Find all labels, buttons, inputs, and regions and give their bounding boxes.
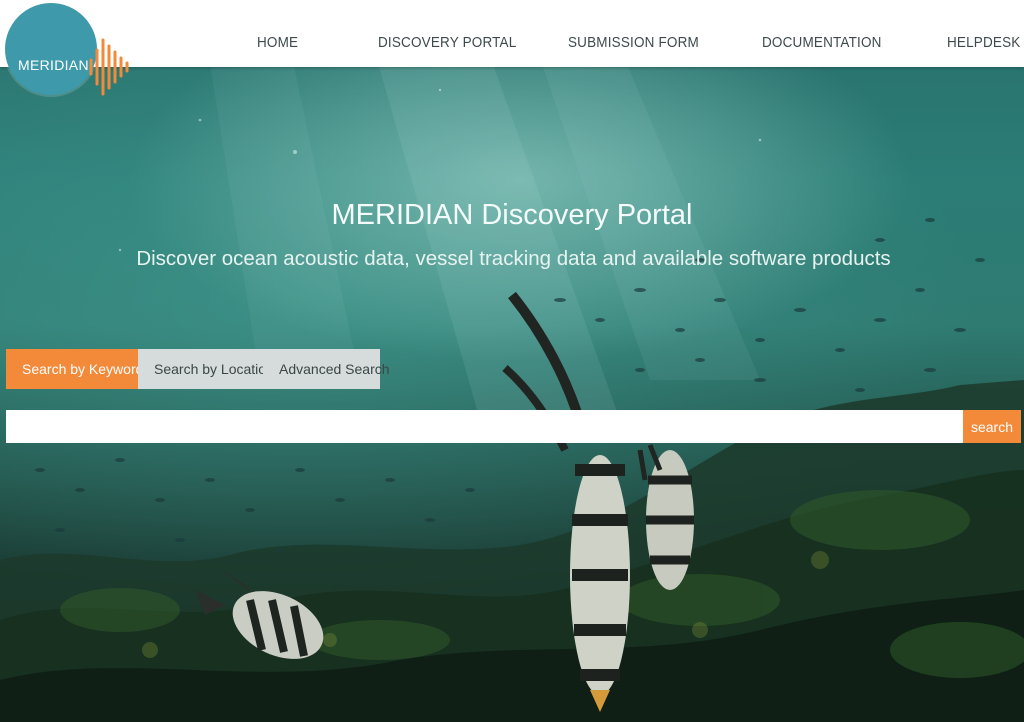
- page-title: MERIDIAN Discovery Portal: [331, 199, 693, 231]
- logo-circle: [5, 3, 97, 95]
- logo-text: MERIDIAN: [18, 57, 89, 73]
- soundwave-icon: [89, 38, 129, 96]
- site-logo[interactable]: MERIDIAN: [5, 3, 130, 97]
- nav-documentation[interactable]: DOCUMENTATION: [762, 34, 882, 51]
- nav-home[interactable]: HOME: [257, 34, 298, 51]
- search-tabs: Search by Keywords Search by Location Ad…: [6, 349, 390, 389]
- search-input[interactable]: [6, 410, 963, 443]
- nav-discovery-portal[interactable]: DISCOVERY PORTAL: [378, 34, 516, 51]
- main-navigation: HOME DISCOVERY PORTAL SUBMISSION FORM DO…: [0, 0, 1024, 67]
- nav-helpdesk[interactable]: HELPDESK: [947, 34, 1020, 51]
- tab-search-by-keywords[interactable]: Search by Keywords: [6, 349, 150, 389]
- page-subtitle: Discover ocean acoustic data, vessel tra…: [136, 247, 891, 270]
- tab-search-by-location[interactable]: Search by Location: [138, 349, 274, 389]
- search-bar: search: [6, 410, 1021, 443]
- tab-advanced-search[interactable]: Advanced Search: [263, 349, 390, 389]
- top-navbar: HOME DISCOVERY PORTAL SUBMISSION FORM DO…: [0, 0, 1024, 67]
- search-button[interactable]: search: [963, 410, 1021, 443]
- nav-submission-form[interactable]: SUBMISSION FORM: [568, 34, 699, 51]
